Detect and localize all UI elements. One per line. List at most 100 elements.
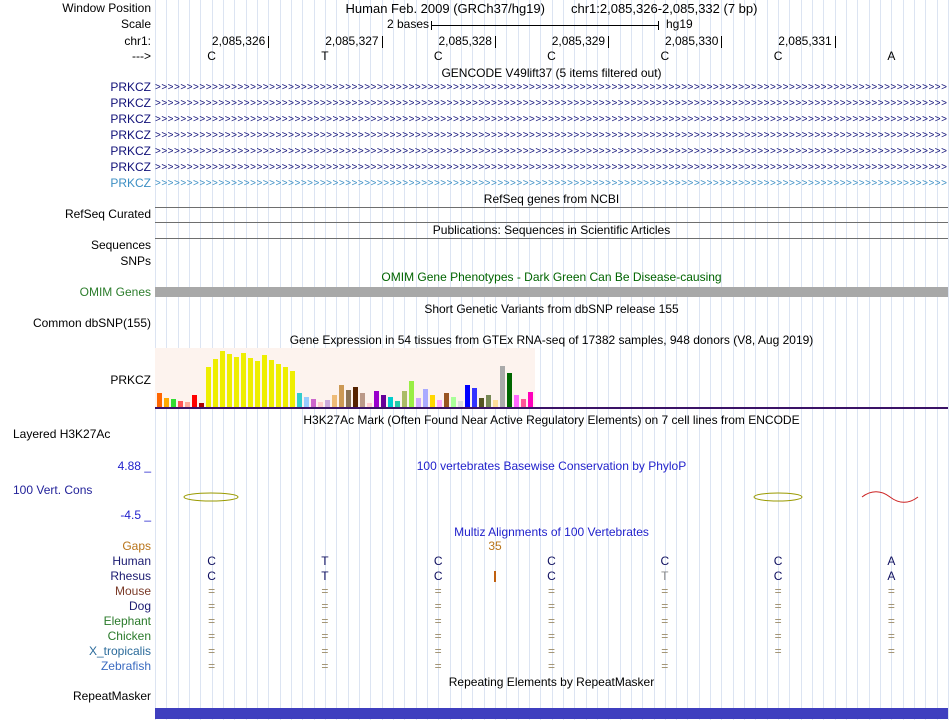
gene-label-prkcz[interactable]: PRKCZ [0,145,151,158]
alignment-gaps-label[interactable]: Gaps [0,540,151,553]
gtex-expression-bar[interactable] [416,398,421,407]
conservation-wiggle[interactable] [155,488,948,506]
gtex-expression-bar[interactable] [311,399,316,407]
gtex-expression-bar[interactable] [388,397,393,407]
gtex-expression-bar[interactable] [374,391,379,407]
gtex-expression-bar[interactable] [360,393,365,407]
omim-heading[interactable]: OMIM Gene Phenotypes - Dark Green Can Be… [155,271,948,284]
refseq-heading[interactable]: RefSeq genes from NCBI [155,193,948,206]
gtex-expression-bar[interactable] [507,373,512,407]
gene-label-prkcz[interactable]: PRKCZ [0,81,151,94]
snps-label[interactable]: SNPs [0,255,151,268]
gtex-expression-bar[interactable] [514,395,519,407]
species-label-chicken[interactable]: Chicken [0,630,151,643]
gtex-expression-bar[interactable] [304,397,309,407]
conservation-heading[interactable]: 100 vertebrates Basewise Conservation by… [155,460,948,473]
gtex-expression-bar[interactable] [234,357,239,407]
ruler-tick [608,36,610,48]
gtex-expression-bar[interactable] [290,371,295,407]
gtex-expression-bar[interactable] [472,388,477,407]
species-label-mouse[interactable]: Mouse [0,585,151,598]
gtex-expression-bar[interactable] [444,393,449,407]
h3k27ac-heading[interactable]: H3K27Ac Mark (Often Found Near Active Re… [155,414,948,427]
species-label-human[interactable]: Human [0,555,151,568]
scale-value: 2 bases [386,17,429,31]
dbsnp-heading[interactable]: Short Genetic Variants from dbSNP releas… [155,303,948,316]
gtex-expression-bar[interactable] [437,400,442,407]
gtex-expression-bar[interactable] [164,398,169,407]
alignment-gap-glyph: = [321,644,329,658]
gtex-expression-bar[interactable] [157,393,162,407]
gtex-expression-bar[interactable] [402,391,407,407]
gene-transcript-arrows[interactable]: >>>>>>>>>>>>>>>>>>>>>>>>>>>>>>>>>>>>>>>>… [155,99,948,109]
gtex-expression-bar[interactable] [486,395,491,407]
repeat-element-bar[interactable] [155,708,948,719]
multiz-heading[interactable]: Multiz Alignments of 100 Vertebrates [155,526,948,539]
gene-label-prkcz[interactable]: PRKCZ [0,161,151,174]
gtex-expression-bar[interactable] [423,389,428,407]
alignment-gap-glyph: = [661,659,669,673]
species-label-x_tropicalis[interactable]: X_tropicalis [0,645,151,658]
gene-label-prkcz[interactable]: PRKCZ [0,113,151,126]
species-label-dog[interactable]: Dog [0,600,151,613]
gtex-expression-bar[interactable] [255,361,260,407]
gtex-expression-bar[interactable] [276,364,281,407]
gtex-expression-bar[interactable] [346,390,351,407]
omim-gene-bar[interactable] [155,287,948,297]
conservation-peak-olive [753,492,803,502]
gene-transcript-arrows[interactable]: >>>>>>>>>>>>>>>>>>>>>>>>>>>>>>>>>>>>>>>>… [155,179,948,189]
dbsnp-label[interactable]: Common dbSNP(155) [0,317,151,330]
gtex-expression-bar[interactable] [227,354,232,407]
gtex-expression-bar[interactable] [493,400,498,407]
gtex-expression-bar[interactable] [262,355,267,407]
gtex-expression-bar[interactable] [241,353,246,407]
gene-label-prkcz[interactable]: PRKCZ [0,97,151,110]
gtex-expression-bar[interactable] [192,395,197,407]
h3k27ac-label[interactable]: Layered H3K27Ac [13,428,110,441]
gtex-expression-bar[interactable] [325,400,330,407]
gtex-expression-bar[interactable] [381,395,386,407]
gene-label-prkcz[interactable]: PRKCZ [0,177,151,190]
alignment-gap-glyph: = [887,614,895,628]
gtex-expression-bar[interactable] [451,397,456,407]
refseq-curated-label[interactable]: RefSeq Curated [0,208,151,221]
conservation-track-label[interactable]: 100 Vert. Cons [13,484,92,497]
gtex-expression-bar[interactable] [269,360,274,407]
gene-transcript-arrows[interactable]: >>>>>>>>>>>>>>>>>>>>>>>>>>>>>>>>>>>>>>>>… [155,115,948,125]
repeat-heading[interactable]: Repeating Elements by RepeatMasker [155,676,948,689]
gene-transcript-arrows[interactable]: >>>>>>>>>>>>>>>>>>>>>>>>>>>>>>>>>>>>>>>>… [155,131,948,141]
gtex-expression-bar[interactable] [213,359,218,407]
species-label-elephant[interactable]: Elephant [0,615,151,628]
gene-transcript-arrows[interactable]: >>>>>>>>>>>>>>>>>>>>>>>>>>>>>>>>>>>>>>>>… [155,147,948,157]
gtex-expression-bar[interactable] [206,367,211,407]
gtex-expression-bar[interactable] [465,385,470,407]
gtex-expression-bar[interactable] [479,398,484,407]
track-separator [155,207,948,208]
gtex-expression-bar[interactable] [171,399,176,407]
gtex-expression-bar[interactable] [297,393,302,407]
gene-transcript-arrows[interactable]: >>>>>>>>>>>>>>>>>>>>>>>>>>>>>>>>>>>>>>>>… [155,83,948,93]
species-label-zebrafish[interactable]: Zebrafish [0,660,151,673]
gtex-expression-bar[interactable] [283,367,288,407]
gencode-heading[interactable]: GENCODE V49lift37 (5 items filtered out) [155,67,948,80]
gtex-expression-bar[interactable] [528,392,533,407]
gtex-expression-bar[interactable] [500,366,505,407]
gtex-expression-bar[interactable] [353,387,358,407]
gtex-expression-bar[interactable] [248,358,253,407]
omim-genes-label[interactable]: OMIM Genes [0,286,151,299]
species-label-rhesus[interactable]: Rhesus [0,570,151,583]
gene-label-prkcz[interactable]: PRKCZ [0,129,151,142]
gtex-gene-label[interactable]: PRKCZ [0,374,151,387]
gtex-expression-bar[interactable] [332,395,337,407]
gtex-expression-bar[interactable] [521,399,526,407]
sequences-label[interactable]: Sequences [0,239,151,252]
gene-transcript-arrows[interactable]: >>>>>>>>>>>>>>>>>>>>>>>>>>>>>>>>>>>>>>>>… [155,163,948,173]
gtex-heading[interactable]: Gene Expression in 54 tissues from GTEx … [155,334,948,347]
base-letter: C [433,49,443,63]
gtex-expression-bar[interactable] [220,351,225,407]
gtex-expression-bar[interactable] [430,395,435,407]
publications-heading[interactable]: Publications: Sequences in Scientific Ar… [155,224,948,237]
gtex-expression-bar[interactable] [409,381,414,407]
gtex-expression-bar[interactable] [339,385,344,407]
repeatmasker-label[interactable]: RepeatMasker [0,690,151,703]
